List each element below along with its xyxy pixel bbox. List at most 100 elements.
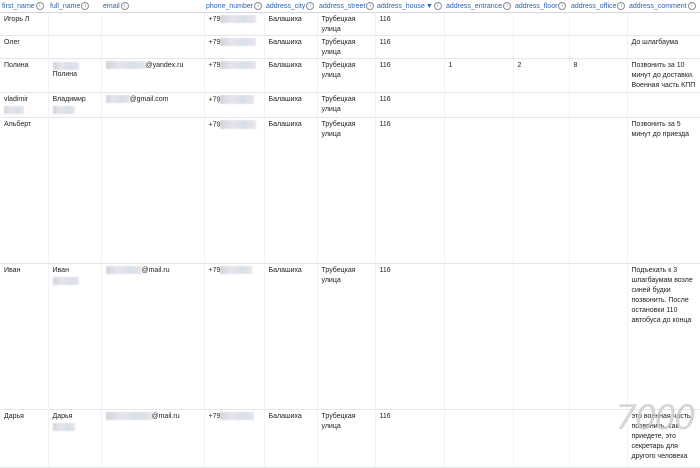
cell-street[interactable]: Трубецкая улица — [317, 12, 376, 36]
cell-entrance[interactable] — [444, 12, 514, 36]
cell-floor[interactable] — [513, 409, 570, 468]
cell-first-name[interactable]: Иван — [0, 263, 49, 410]
cell-email[interactable]: @mail.ru — [101, 263, 205, 410]
cell-floor[interactable] — [513, 92, 570, 118]
cell-phone[interactable]: +79 — [204, 409, 265, 468]
cell-city[interactable]: Балашиха — [264, 117, 318, 264]
table-row[interactable]: vladimir Владимир @gmail.com +79 Балаших… — [0, 92, 700, 118]
cell-house[interactable]: 116 — [375, 12, 445, 36]
cell-entrance[interactable] — [444, 117, 514, 264]
cell-full-name[interactable]: Полина — [48, 58, 102, 93]
col-header-full-name[interactable]: full_name i — [48, 0, 101, 13]
col-header-first-name[interactable]: first_name i — [0, 0, 48, 13]
cell-house[interactable]: 116 — [375, 58, 445, 93]
cell-phone[interactable]: +79 — [204, 117, 265, 264]
cell-full-name[interactable] — [48, 117, 102, 264]
col-header-address-city[interactable]: address_city i — [264, 0, 317, 13]
table-row[interactable]: Полина Полина @yandex.ru +79 Балашиха Тр… — [0, 58, 700, 93]
cell-first-name[interactable]: Альберт — [0, 117, 49, 264]
cell-office[interactable] — [569, 12, 628, 36]
cell-entrance[interactable]: 1 — [444, 58, 514, 93]
cell-street[interactable]: Трубецкая улица — [317, 409, 376, 468]
column-hint-icon[interactable]: i — [254, 2, 263, 10]
cell-full-name[interactable] — [48, 12, 102, 36]
column-hint-icon[interactable]: i — [81, 2, 90, 10]
column-hint-icon[interactable]: i — [306, 2, 315, 10]
cell-house[interactable]: 116 — [375, 117, 445, 264]
cell-email[interactable] — [101, 117, 205, 264]
cell-office[interactable] — [569, 92, 628, 118]
cell-floor[interactable] — [513, 263, 570, 410]
cell-phone[interactable]: +79 — [204, 263, 265, 410]
cell-full-name[interactable] — [48, 35, 102, 59]
table-row[interactable]: Игорь Л +79 Балашиха Трубецкая улица 116 — [0, 12, 700, 36]
cell-house[interactable]: 116 — [375, 409, 445, 468]
cell-office[interactable] — [569, 263, 628, 410]
table-row[interactable]: Иван Иван @mail.ru +79 Балашиха Трубецка… — [0, 263, 700, 410]
cell-comment[interactable]: Позвонить за 5 минут до приезда — [627, 117, 700, 264]
cell-email[interactable]: @mail.ru — [101, 409, 205, 468]
cell-office[interactable]: 8 — [569, 58, 628, 93]
column-hint-icon[interactable]: i — [120, 2, 129, 10]
cell-floor[interactable]: 2 — [513, 58, 570, 93]
cell-phone[interactable]: +79 — [204, 92, 265, 118]
col-header-address-house[interactable]: address_house▼ i — [375, 0, 444, 13]
cell-office[interactable] — [569, 117, 628, 264]
column-hint-icon[interactable]: i — [503, 2, 512, 10]
table-row[interactable]: Дарья Дарья @mail.ru +79 Балашиха Трубец… — [0, 409, 700, 468]
cell-comment[interactable]: До шлагбаума — [627, 35, 700, 59]
cell-phone[interactable]: +79 — [204, 12, 265, 36]
cell-city[interactable]: Балашиха — [264, 92, 318, 118]
col-header-address-office[interactable]: address_office i — [569, 0, 627, 13]
cell-full-name[interactable]: Иван — [48, 263, 102, 410]
column-hint-icon[interactable]: i — [687, 2, 696, 10]
cell-house[interactable]: 116 — [375, 92, 445, 118]
cell-comment[interactable] — [627, 12, 700, 36]
cell-entrance[interactable] — [444, 92, 514, 118]
cell-street[interactable]: Трубецкая улица — [317, 117, 376, 264]
sort-desc-icon[interactable]: ▼ — [426, 3, 433, 10]
cell-city[interactable]: Балашиха — [264, 12, 318, 36]
cell-first-name[interactable]: Дарья — [0, 409, 49, 468]
column-hint-icon[interactable]: i — [35, 2, 44, 10]
cell-street[interactable]: Трубецкая улица — [317, 92, 376, 118]
table-row[interactable]: Альберт +79 Балашиха Трубецкая улица 116… — [0, 117, 700, 264]
cell-comment[interactable]: Позвонить за 10 минут до доставки. Военн… — [627, 58, 700, 93]
col-header-email[interactable]: email i — [101, 0, 204, 13]
cell-first-name[interactable]: Полина — [0, 58, 49, 93]
cell-first-name[interactable]: vladimir — [0, 92, 49, 118]
table-row[interactable]: Олег +79 Балашиха Трубецкая улица 116 До… — [0, 35, 700, 59]
cell-street[interactable]: Трубецкая улица — [317, 58, 376, 93]
cell-entrance[interactable] — [444, 409, 514, 468]
cell-house[interactable]: 116 — [375, 35, 445, 59]
column-hint-icon[interactable]: i — [558, 2, 567, 10]
cell-house[interactable]: 116 — [375, 263, 445, 410]
cell-floor[interactable] — [513, 35, 570, 59]
cell-phone[interactable]: +79 — [204, 58, 265, 93]
cell-full-name[interactable]: Владимир — [48, 92, 102, 118]
col-header-address-street[interactable]: address_street i — [317, 0, 375, 13]
cell-comment[interactable] — [627, 92, 700, 118]
cell-street[interactable]: Трубецкая улица — [317, 263, 376, 410]
cell-entrance[interactable] — [444, 35, 514, 59]
col-header-address-comment[interactable]: address_comment i — [627, 0, 700, 13]
cell-floor[interactable] — [513, 12, 570, 36]
col-header-address-entrance[interactable]: address_entrance i — [444, 0, 513, 13]
cell-full-name[interactable]: Дарья — [48, 409, 102, 468]
cell-city[interactable]: Балашиха — [264, 58, 318, 93]
cell-city[interactable]: Балашиха — [264, 409, 318, 468]
col-header-phone-number[interactable]: phone_number i — [204, 0, 264, 13]
column-hint-icon[interactable]: i — [617, 2, 626, 10]
cell-comment[interactable]: Подъехать к 3 шлагбаумам возле синей буд… — [627, 263, 700, 410]
cell-first-name[interactable]: Олег — [0, 35, 49, 59]
cell-phone[interactable]: +79 — [204, 35, 265, 59]
cell-entrance[interactable] — [444, 263, 514, 410]
cell-city[interactable]: Балашиха — [264, 263, 318, 410]
cell-email[interactable] — [101, 12, 205, 36]
cell-floor[interactable] — [513, 117, 570, 264]
cell-email[interactable]: @gmail.com — [101, 92, 205, 118]
cell-street[interactable]: Трубецкая улица — [317, 35, 376, 59]
column-hint-icon[interactable]: i — [433, 2, 442, 10]
cell-first-name[interactable]: Игорь Л — [0, 12, 49, 36]
cell-office[interactable] — [569, 35, 628, 59]
